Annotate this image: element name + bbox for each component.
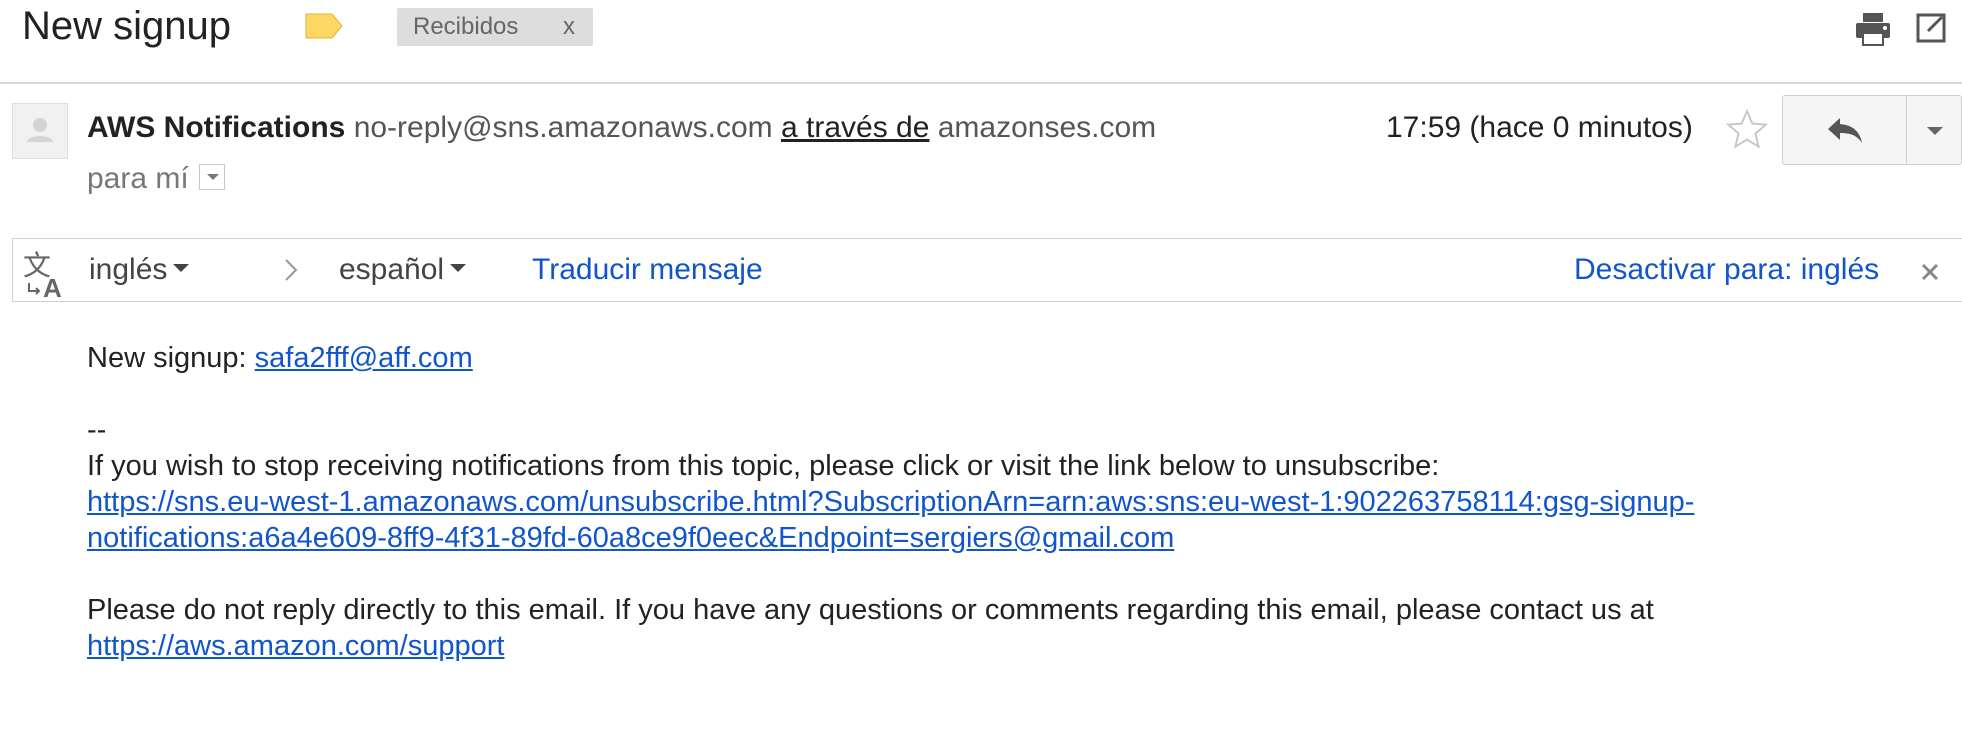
- translate-bar: 文 A inglés español Traducir mensaje Desa…: [12, 238, 1962, 302]
- contact-text: Please do not reply directly to this ema…: [87, 594, 1654, 626]
- support-link[interactable]: https://aws.amazon.com/support: [87, 628, 504, 664]
- star-icon[interactable]: [1726, 108, 1768, 150]
- translate-icon: 文 A: [23, 249, 62, 299]
- chevron-down-icon: [173, 264, 190, 273]
- email-subject: New signup: [22, 4, 232, 48]
- recipient-text: para mí: [87, 162, 189, 195]
- reply-button-group: [1782, 95, 1962, 165]
- sender-name[interactable]: AWS Notifications: [87, 111, 345, 144]
- recipient-line: para mí: [87, 160, 225, 198]
- chevron-down-icon: [450, 264, 467, 273]
- source-language-label: inglés: [89, 253, 168, 286]
- open-in-new-window-icon[interactable]: [1916, 11, 1946, 43]
- label-tag-icon[interactable]: [304, 11, 344, 41]
- sender-line: AWS Notifications no-reply@sns.amazonaws…: [87, 109, 1156, 147]
- target-language-select[interactable]: español: [339, 251, 467, 289]
- reply-button[interactable]: [1783, 96, 1907, 164]
- via-link[interactable]: a través de: [781, 111, 929, 144]
- source-language-select[interactable]: inglés: [89, 251, 190, 289]
- inbox-label-text: Recibidos: [413, 13, 519, 40]
- recipient-details-dropdown[interactable]: [198, 164, 225, 191]
- sender-avatar[interactable]: [12, 103, 68, 159]
- disable-translation-link[interactable]: Desactivar para: inglés: [1574, 251, 1879, 289]
- inbox-label-chip[interactable]: Recibidos x: [397, 8, 593, 46]
- chevron-right-icon: [285, 259, 298, 281]
- svg-text:A: A: [43, 273, 62, 299]
- close-icon[interactable]: [1919, 261, 1941, 283]
- unsubscribe-instructions: If you wish to stop receiving notificati…: [87, 450, 1440, 482]
- subject-bar: New signup Recibidos x: [0, 0, 1962, 84]
- more-options-button[interactable]: [1907, 96, 1961, 164]
- reply-icon: [1828, 118, 1862, 143]
- via-domain: amazonses.com: [937, 111, 1157, 144]
- signup-line: New signup: safa2fff@aff.com: [87, 340, 473, 376]
- remove-label-button[interactable]: x: [563, 8, 575, 46]
- unsubscribe-link[interactable]: https://sns.eu-west-1.amazonaws.com/unsu…: [87, 484, 1694, 520]
- signup-prefix: New signup:: [87, 342, 255, 374]
- person-avatar-icon: [27, 118, 53, 142]
- message-timestamp: 17:59 (hace 0 minutos): [1386, 111, 1693, 144]
- target-language-label: español: [339, 253, 445, 286]
- signup-email-link[interactable]: safa2fff@aff.com: [255, 342, 473, 374]
- print-icon[interactable]: [1854, 11, 1892, 47]
- signature-separator: --: [87, 414, 107, 446]
- translate-message-link[interactable]: Traducir mensaje: [532, 251, 763, 289]
- sender-email: no-reply@sns.amazonaws.com: [353, 111, 773, 144]
- unsubscribe-link-continued[interactable]: notifications:a6a4e609-8ff9-4f31-89fd-60…: [87, 520, 1174, 556]
